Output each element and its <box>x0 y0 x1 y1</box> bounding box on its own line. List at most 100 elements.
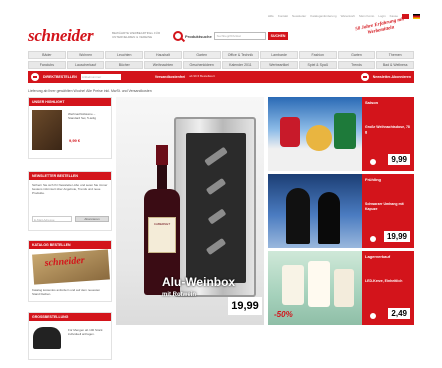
deal-card-clearance[interactable]: -50% Lagerverkauf LED-Kerze, Einheitlich… <box>268 251 414 325</box>
wine-bottle-image: CABERNET <box>144 145 180 295</box>
nav-item[interactable]: Lauscherkauf <box>66 61 105 69</box>
newsletter-email-input[interactable]: E-Mail-Adresse <box>32 216 72 222</box>
nav-item[interactable]: Bäder <box>28 51 66 59</box>
nav-item[interactable]: Weihnachten <box>144 61 182 69</box>
deal-image <box>268 97 362 171</box>
bottle-label-text: CABERNET <box>153 222 171 226</box>
search-bar: Produktsuche Suchbegriff/Artikel SUCHEN <box>173 31 308 41</box>
highlight-text[interactable]: Weihnachtsbäume – Standard Set, 5-teilig <box>65 109 111 123</box>
nav-item[interactable]: Garten <box>182 51 221 59</box>
top-link-contact[interactable]: Kontakt <box>278 14 288 18</box>
article-number-input[interactable]: Artikelnummer <box>80 74 121 80</box>
deal-price: 19,99 <box>383 231 410 242</box>
highlight-title: UNSER HIGHLIGHT <box>29 98 111 106</box>
main-nav-row-1: Bäder Wohnen Leuchten Haushalt Garten Of… <box>28 51 415 59</box>
cloak-figure-graphic <box>318 192 340 244</box>
deal-price: 2,49 <box>388 308 410 319</box>
bottle-capsule <box>156 145 168 165</box>
deal-card-spring[interactable]: Frühling Schwarzer Umhang mit Kapuze 19,… <box>268 174 414 248</box>
deal-description: LED-Kerze, Einheitlich <box>365 279 403 283</box>
product-thumbnail[interactable] <box>32 110 62 150</box>
nav-item[interactable]: Leuchten <box>105 51 144 59</box>
pourer-icon <box>205 177 227 196</box>
search-button[interactable]: SUCHEN <box>267 32 289 40</box>
top-link-help[interactable]: Hilfe <box>268 14 274 18</box>
arrow-icon[interactable] <box>370 313 376 319</box>
catalog-image[interactable]: schneider <box>32 249 110 285</box>
flag-icon-de[interactable] <box>413 13 420 19</box>
deal-price: 9,99 <box>388 154 410 165</box>
gift-bag-graphic <box>280 117 300 147</box>
arrow-icon[interactable] <box>370 236 376 242</box>
nav-item[interactable]: Lambarde <box>260 51 298 59</box>
cloak-figure-graphic <box>286 188 310 244</box>
newsletter-box: NEWSLETTER BESTELLEN Sichern Sie sich Ih… <box>28 171 112 231</box>
nav-item[interactable]: Spiel & Spaß <box>298 61 337 69</box>
bulk-order-box: GROSSBESTELLUNG Für Mengen ab 100 Stück … <box>28 312 112 360</box>
hero-title: Alu-Weinbox <box>162 275 236 289</box>
hero-subtitle: mit Rotwein <box>162 292 196 298</box>
hero-banner[interactable]: CABERNET Alu-Weinbox mit Rotwein 19,99 <box>116 97 264 325</box>
deal-info: Saison Große Weihnachtsdose, 78 g 9,99 <box>362 97 414 171</box>
deal-category: Lagerverkauf <box>365 254 391 259</box>
offer-title: Versandkostenfrei <box>154 75 186 79</box>
thermometer-icon <box>205 237 227 256</box>
top-link-newsletter[interactable]: Newsletter <box>292 14 306 18</box>
nav-item[interactable]: Bücher <box>105 61 144 69</box>
search-input[interactable]: Suchbegriff/Artikel <box>213 32 266 40</box>
deal-description: Schwarzer Umhang mit Kapuze <box>365 202 404 211</box>
bulk-order-title: GROSSBESTELLUNG <box>29 313 111 321</box>
deal-info: Lagerverkauf LED-Kerze, Einheitlich 2,49 <box>362 251 414 325</box>
newsletter-subscribe-button[interactable]: Abonnieren <box>75 216 109 222</box>
deal-image <box>268 174 362 248</box>
nav-item[interactable]: Geschenkideen <box>182 61 221 69</box>
quick-order-label: DIREKTBESTELLEN <box>43 75 77 79</box>
top-link-login[interactable]: Login <box>378 14 385 18</box>
main-nav-row-2: Fanclubs Lauscherkauf Bücher Weihnachten… <box>28 61 415 69</box>
nav-item[interactable]: Kalender 2011 <box>221 61 260 69</box>
catalog-box: KATALOG BESTELLEN schneider Katalog kost… <box>28 240 112 302</box>
nav-item[interactable]: Wohnen <box>66 51 105 59</box>
quick-order-bar: DIREKTBESTELLEN Artikelnummer Versandkos… <box>28 71 414 83</box>
deal-description: Große Weihnachtsdose, 78 g <box>365 125 410 134</box>
arrow-icon <box>360 73 369 81</box>
highlight-price: 9,99 € <box>69 138 81 143</box>
newsletter-title: NEWSLETTER BESTELLEN <box>29 172 111 180</box>
nav-item[interactable]: Fanclubs <box>28 61 66 69</box>
bottle-label: CABERNET <box>148 217 176 253</box>
deal-info: Frühling Schwarzer Umhang mit Kapuze 19,… <box>362 174 414 248</box>
deal-category: Frühling <box>365 177 381 182</box>
top-link-cart[interactable]: Warenkorb <box>341 14 356 18</box>
nav-item[interactable]: Trends <box>337 61 376 69</box>
deal-image: -50% <box>268 251 362 325</box>
brand-logo[interactable]: schneider <box>28 26 94 46</box>
cap-thumbnail[interactable] <box>33 327 61 349</box>
nav-item[interactable]: Haushalt <box>144 51 182 59</box>
brand-tagline: BEWÄHRTE WERBEARTIKEL FÜR UNTERNEHMEN & … <box>112 31 161 39</box>
offer-text: ab 99 € Bestellwert <box>189 74 215 79</box>
highlight-box: UNSER HIGHLIGHT Weihnachtsbäume – Standa… <box>28 97 112 159</box>
wine-box-interior <box>186 133 246 283</box>
hero-price: 19,99 <box>228 297 262 315</box>
tin-graphic <box>334 113 356 149</box>
nav-item[interactable]: Werbeartikel <box>260 61 298 69</box>
top-link-catalog[interactable]: Kataloganforderung <box>310 14 336 18</box>
corkscrew-icon <box>204 146 228 167</box>
nav-item[interactable]: Bad & Wellness <box>376 61 415 69</box>
nav-item[interactable]: Fashion <box>298 51 337 59</box>
candle-graphic <box>282 265 304 305</box>
newsletter-link[interactable]: Newsletter-Abonnieren <box>373 75 411 79</box>
search-label: Produktsuche <box>185 33 212 39</box>
top-link-account[interactable]: Mein Konto <box>359 14 374 18</box>
nav-item[interactable]: Office & Technik <box>221 51 260 59</box>
catalog-title: KATALOG BESTELLEN <box>29 241 111 249</box>
deal-card-season[interactable]: Saison Große Weihnachtsdose, 78 g 9,99 <box>268 97 414 171</box>
catalog-logo: schneider <box>44 255 85 269</box>
candle-graphic <box>308 261 330 307</box>
nav-item[interactable]: Garten <box>337 51 376 59</box>
nav-item[interactable]: Themen <box>376 51 415 59</box>
candle-graphic <box>334 269 354 307</box>
arrow-icon <box>31 73 39 81</box>
arrow-icon[interactable] <box>370 159 376 165</box>
page: Hilfe Kontakt Newsletter Kataloganforder… <box>0 0 442 368</box>
